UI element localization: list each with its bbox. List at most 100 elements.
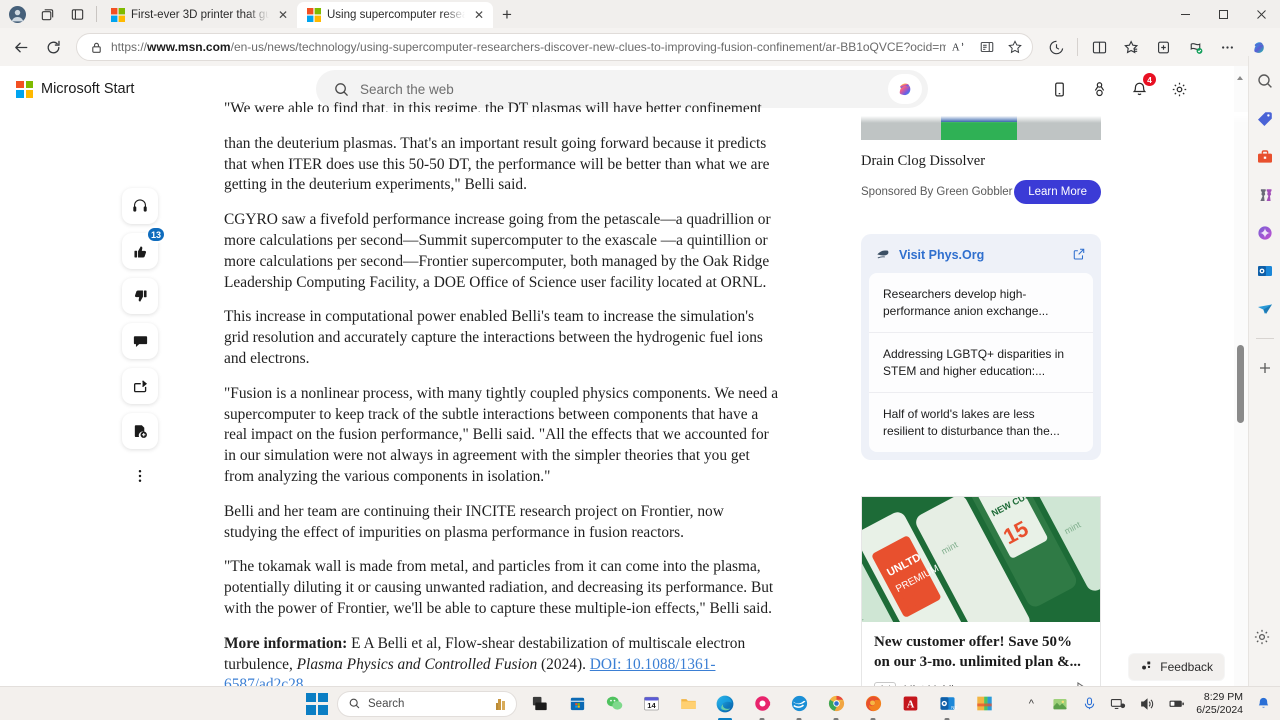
taskbar-search-placeholder: Search <box>368 697 405 710</box>
sync-icon[interactable] <box>785 690 813 718</box>
sidebar-games-icon[interactable] <box>1254 184 1276 206</box>
tab-strip: First-ever 3D printer that gulps p ✕ Usi… <box>0 0 1280 28</box>
sidebar-outlook-icon[interactable] <box>1254 260 1276 282</box>
sponsored-ad-footer: Sponsored By Green Gobbler Learn More <box>861 180 1101 204</box>
photos-icon[interactable] <box>970 690 998 718</box>
dislike-button[interactable] <box>122 278 158 314</box>
taskbar-search[interactable]: Search <box>337 690 517 717</box>
mint-mobile-ad-card[interactable]: UNLTD PREMIUM 15 NEW CUST 15 mint mint m… <box>861 496 1101 686</box>
mint-mobile-headline[interactable]: New customer offer! Save 50% on our 3-mo… <box>862 622 1100 676</box>
physorg-list-item[interactable]: Half of world's lakes are less resilient… <box>869 393 1093 452</box>
like-count-badge: 13 <box>145 226 166 243</box>
paragraph: CGYRO saw a fivefold performance increas… <box>224 211 771 291</box>
notification-bell-icon[interactable] <box>1254 695 1272 713</box>
phone-icon[interactable] <box>1046 76 1072 102</box>
file-explorer-icon[interactable] <box>674 690 702 718</box>
like-button[interactable]: 13 <box>122 226 166 269</box>
learn-more-button[interactable]: Learn More <box>1014 180 1101 204</box>
tab-2-close-icon[interactable]: ✕ <box>471 7 487 23</box>
sidebar-add-icon[interactable] <box>1254 357 1276 379</box>
profile-avatar-icon[interactable] <box>2 0 32 28</box>
tray-network-icon[interactable] <box>1109 695 1127 713</box>
favorite-star-icon[interactable] <box>1002 34 1028 60</box>
split-screen-icon[interactable] <box>1084 32 1114 62</box>
taskbar-clock[interactable]: 8:29 PM 6/25/2024 <box>1196 691 1243 717</box>
tray-image-icon[interactable] <box>1051 695 1069 713</box>
browser-essentials-icon[interactable] <box>1180 32 1210 62</box>
save-button[interactable] <box>122 413 158 449</box>
tab-1[interactable]: First-ever 3D printer that gulps p ✕ <box>101 2 297 28</box>
sidebar-divider <box>1255 338 1274 339</box>
physorg-list-item[interactable]: Addressing LGBTQ+ disparities in STEM an… <box>869 333 1093 393</box>
sidebar-m365-icon[interactable] <box>1254 222 1276 244</box>
address-bar-url: https://www.msn.com/en-us/news/technolog… <box>111 40 947 54</box>
paragraph: This increase in computational power ena… <box>224 308 763 367</box>
external-link-icon[interactable] <box>1072 247 1087 262</box>
physorg-link[interactable]: Visit Phys.Org <box>899 248 984 262</box>
calendar-icon[interactable]: 14 <box>637 690 665 718</box>
workspaces-icon[interactable] <box>32 0 62 28</box>
new-tab-button[interactable]: + <box>493 2 521 28</box>
sponsored-ad-title[interactable]: Drain Clog Dissolver <box>861 153 1101 170</box>
sidebar-settings-gear-icon[interactable] <box>1253 628 1275 650</box>
tray-chevron-icon[interactable]: ^ <box>1022 695 1040 713</box>
sidebar-deals-icon[interactable] <box>1254 108 1276 130</box>
minimize-button[interactable] <box>1166 0 1204 28</box>
taskview-icon[interactable] <box>526 690 554 718</box>
wechat-icon[interactable] <box>600 690 628 718</box>
chrome-icon[interactable] <box>822 690 850 718</box>
settings-gear-icon[interactable] <box>1166 76 1192 102</box>
browser-essentials-circle-icon[interactable] <box>1041 32 1071 62</box>
sidebar-search-icon[interactable] <box>1254 70 1276 92</box>
back-icon[interactable] <box>6 32 36 62</box>
outlook-icon[interactable]: NEW <box>933 690 961 718</box>
rewards-icon[interactable] <box>1086 76 1112 102</box>
citation-year: (2024). <box>537 655 590 673</box>
toolbar-divider <box>1077 38 1078 56</box>
msn-search-input[interactable]: Search the web <box>360 82 878 97</box>
add-extension-icon[interactable] <box>1148 32 1178 62</box>
settings-and-more-icon[interactable] <box>1212 32 1242 62</box>
physorg-list-item[interactable]: Researchers develop high-performance ani… <box>869 273 1093 333</box>
immersive-reader-icon[interactable] <box>974 34 1000 60</box>
feedback-button[interactable]: Feedback <box>1129 654 1224 680</box>
physorg-header[interactable]: Visit Phys.Org <box>861 246 1101 273</box>
msn-brand[interactable]: Microsoft Start <box>16 80 316 98</box>
refresh-icon[interactable] <box>38 32 68 62</box>
tab-2-title: Using supercomputer researcher <box>327 9 465 21</box>
acrobat-icon[interactable]: A <box>896 690 924 718</box>
edge-icon[interactable] <box>711 690 739 718</box>
listen-button[interactable] <box>122 188 158 224</box>
site-info-lock-icon[interactable] <box>87 38 105 56</box>
tab-actions-icon[interactable] <box>62 0 92 28</box>
sidebar-tools-icon[interactable] <box>1254 146 1276 168</box>
camtasia-icon[interactable] <box>748 690 776 718</box>
address-bar[interactable]: https://www.msn.com/en-us/news/technolog… <box>76 33 1034 61</box>
scrollbar-thumb[interactable] <box>1237 345 1244 423</box>
more-button[interactable] <box>122 458 158 494</box>
close-button[interactable] <box>1242 0 1280 28</box>
comment-button[interactable] <box>122 323 158 359</box>
tab-1-close-icon[interactable]: ✕ <box>275 7 291 23</box>
collections-icon[interactable] <box>1116 32 1146 62</box>
system-tray: ^ 8:29 PM 6/25/2024 <box>1022 691 1272 717</box>
maximize-button[interactable] <box>1204 0 1242 28</box>
tray-microphone-icon[interactable] <box>1080 695 1098 713</box>
microsoft-store-icon[interactable] <box>563 690 591 718</box>
msn-copilot-icon[interactable] <box>888 74 922 104</box>
notifications-icon[interactable]: 4 <box>1126 73 1156 102</box>
sponsored-ad-card[interactable]: Drain Clog Dissolver Sponsored By Green … <box>861 112 1101 204</box>
tab-2[interactable]: Using supercomputer researcher ✕ <box>297 2 493 28</box>
share-button[interactable] <box>122 368 158 404</box>
scroll-up-arrow-icon[interactable] <box>1236 70 1244 80</box>
tray-volume-icon[interactable] <box>1138 695 1156 713</box>
paragraph: than the deuterium plasmas. That's an im… <box>224 134 770 194</box>
page-scrollbar[interactable] <box>1234 66 1248 686</box>
sidebar-dropshare-icon[interactable] <box>1254 298 1276 320</box>
svg-text:NEW: NEW <box>951 705 957 710</box>
firefox-icon[interactable] <box>859 690 887 718</box>
physorg-card: Visit Phys.Org Researchers develop high-… <box>861 234 1101 460</box>
start-button[interactable] <box>306 692 328 715</box>
read-aloud-icon[interactable]: A <box>946 34 972 60</box>
tray-battery-icon[interactable] <box>1167 695 1185 713</box>
